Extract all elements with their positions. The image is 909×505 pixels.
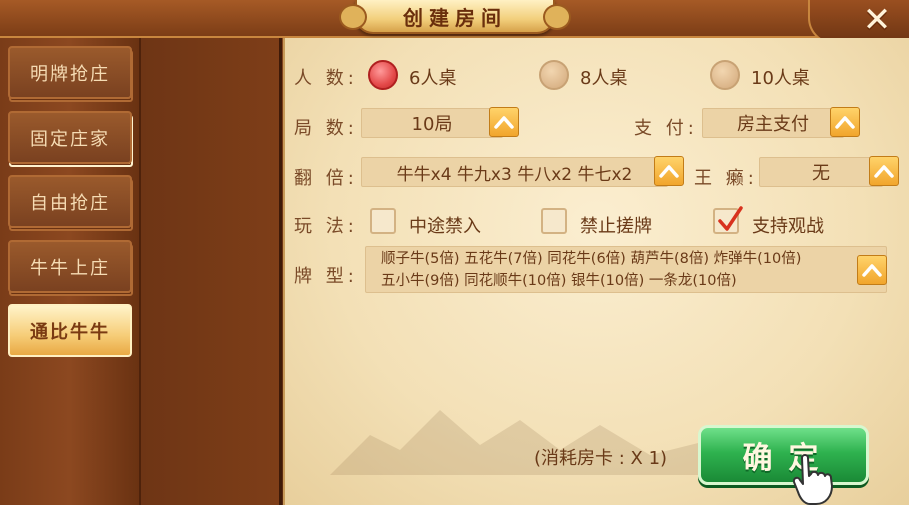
card-types-line-1: 顺子牛(5倍) 五花牛(7倍) 同花牛(6倍) 葫芦牛(8倍) 炸弹牛(10倍) xyxy=(381,251,802,267)
multiplier-dropdown-button[interactable] xyxy=(654,156,684,186)
players-label: 人 数: xyxy=(294,68,358,89)
chevron-up-icon xyxy=(874,165,894,178)
pointing-hand-icon xyxy=(792,454,833,505)
wild-label: 王 癞: xyxy=(694,168,758,189)
wild-dropdown-button[interactable] xyxy=(869,156,899,186)
radio-6-players[interactable] xyxy=(368,60,398,90)
card-types-select[interactable]: 顺子牛(5倍) 五花牛(7倍) 同花牛(6倍) 葫芦牛(8倍) 炸弹牛(10倍)… xyxy=(365,246,887,293)
radio-8-players[interactable] xyxy=(539,60,569,90)
chevron-up-icon xyxy=(659,165,679,178)
radio-10-players[interactable] xyxy=(710,60,740,90)
chevron-up-icon xyxy=(862,264,882,277)
room-card-cost: (消耗房卡 : X 1) xyxy=(534,448,668,469)
checkmark-icon xyxy=(718,206,743,231)
checkbox-no-card-rub-label: 禁止搓牌 xyxy=(580,216,652,237)
close-icon: ✕ xyxy=(862,0,892,40)
chevron-up-icon xyxy=(835,116,855,129)
mode-tongbi-niuniu[interactable]: 通比牛牛 xyxy=(8,304,132,357)
checkbox-no-midway-join-label: 中途禁入 xyxy=(409,216,481,237)
page-title: 创建房间 xyxy=(403,5,507,30)
rounds-dropdown-button[interactable] xyxy=(489,107,519,137)
mode-sidebar xyxy=(141,38,282,505)
mode-fixed-banker[interactable]: 固定庄家 xyxy=(8,111,132,164)
card-types-dropdown-button[interactable] xyxy=(857,255,887,285)
chevron-up-icon xyxy=(494,116,514,129)
radio-8-players-label: 8人桌 xyxy=(580,68,628,89)
payment-dropdown-button[interactable] xyxy=(830,107,860,137)
multiplier-select[interactable]: 牛牛x4 牛九x3 牛八x2 牛七x2 xyxy=(361,157,668,187)
checkbox-no-midway-join[interactable] xyxy=(370,208,396,234)
mode-niuniu-shangzhuang[interactable]: 牛牛上庄 xyxy=(8,240,132,293)
payment-select[interactable]: 房主支付 xyxy=(702,108,844,138)
wild-select[interactable]: 无 xyxy=(759,157,883,187)
rounds-label: 局 数: xyxy=(294,118,358,139)
multiplier-label: 翻 倍: xyxy=(294,168,358,189)
mode-mingpai-qiangzhuang[interactable]: 明牌抢庄 xyxy=(8,46,132,99)
radio-10-players-label: 10人桌 xyxy=(751,68,810,89)
checkbox-no-card-rub[interactable] xyxy=(541,208,567,234)
checkbox-allow-spectate-label: 支持观战 xyxy=(752,216,824,237)
rounds-select[interactable]: 10局 xyxy=(361,108,503,138)
title-plaque: 创建房间 xyxy=(339,0,571,34)
payment-label: 支 付: xyxy=(634,118,698,139)
card-types-line-2: 五小牛(9倍) 同花顺牛(10倍) 银牛(10倍) 一条龙(10倍) xyxy=(381,273,737,289)
close-button[interactable]: ✕ xyxy=(855,2,899,38)
play-label: 玩 法: xyxy=(294,216,358,237)
card-types-label: 牌 型: xyxy=(294,266,358,287)
mode-free-qiangzhuang[interactable]: 自由抢庄 xyxy=(8,175,132,228)
checkbox-allow-spectate[interactable] xyxy=(713,206,743,234)
radio-6-players-label: 6人桌 xyxy=(409,68,457,89)
